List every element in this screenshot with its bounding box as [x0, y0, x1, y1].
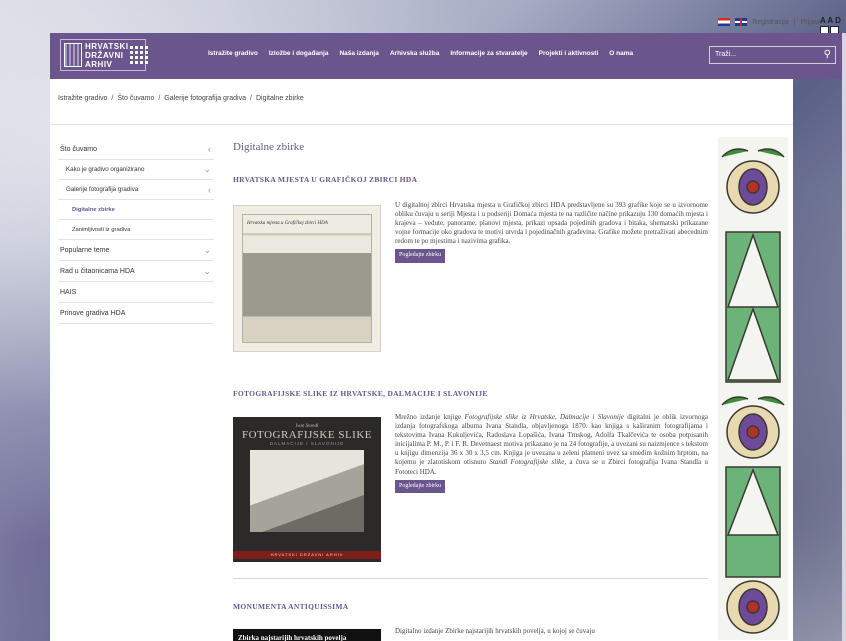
search-icon[interactable]: ⚲ — [824, 49, 831, 60]
section-title: MONUMENTA ANTIQUISSIMA — [233, 602, 349, 611]
sidebar-item-rad-u-citaonicama[interactable]: Rad u čitaonicama HDA ⌄ — [58, 261, 214, 282]
chevron-down-icon: ⌄ — [203, 164, 211, 174]
view-collection-button[interactable]: Pogledajte zbirku — [395, 479, 446, 493]
view-collection-button[interactable]: Pogledajte zbirku — [395, 249, 446, 263]
collection-section: FOTOGRAFIJSKE SLIKE IZ HRVATSKE, DALMACI… — [233, 389, 708, 562]
sidebar-item-hais[interactable]: HAIS — [58, 282, 214, 303]
section-title: HRVATSKA MJESTA U GRAFIČKOJ ZBIRCI HDA — [233, 175, 418, 184]
section-title: FOTOGRAFIJSKE SLIKE IZ HRVATSKE, DALMACI… — [233, 389, 488, 398]
topbar-separator: | — [793, 18, 796, 26]
nav-nasa-izdanja[interactable]: Naša izdanja — [339, 50, 378, 57]
sidebar-item-zanimljivosti[interactable]: Zanimljivosti iz gradiva — [58, 220, 214, 240]
main-content: Digitalne zbirke HRVATSKA MJESTA U GRAFI… — [233, 141, 708, 641]
sidebar-item-sto-cuvamo[interactable]: Što čuvamo ‹ — [58, 139, 214, 160]
sidebar-item-popularne-teme[interactable]: Popularne teme ⌄ — [58, 240, 214, 261]
site-header: HRVATSKI DRŽAVNI ARHIV Istražite gradivo… — [50, 33, 843, 79]
breadcrumb-item[interactable]: Istražite gradivo — [58, 95, 107, 102]
apps-grid-icon[interactable] — [130, 46, 148, 64]
login-link[interactable]: Prijava — [801, 19, 822, 26]
chevron-left-icon: ‹ — [208, 144, 211, 154]
page-content: Istražite gradivo / Što čuvamo / Galerije fo… — [50, 79, 793, 641]
top-utility-bar: Registracija | Prijava — [718, 18, 822, 26]
nav-projekti[interactable]: Projekti i aktivnosti — [539, 50, 599, 57]
chevron-down-icon: ⌄ — [203, 244, 211, 255]
collection-section: MONUMENTA ANTIQUISSIMA Zbirka najstariji… — [233, 602, 708, 641]
register-link[interactable]: Registracija — [752, 19, 789, 26]
search-placeholder: Traži... — [715, 51, 737, 58]
scrollbar[interactable] — [842, 33, 846, 641]
collection-thumbnail[interactable]: Hrvatska mjesta u Grafičkoj zbirci HDA — [233, 205, 381, 352]
chevron-down-icon: ⌄ — [203, 265, 211, 276]
main-nav: Istražite gradivo Izložbe i događanja Na… — [208, 50, 633, 57]
nav-arhivska-sluzba[interactable]: Arhivska služba — [390, 50, 440, 57]
chevron-left-icon: ‹ — [208, 184, 211, 195]
thumbnail-caption: Hrvatska mjesta u Grafičkoj zbirci HDA — [247, 221, 328, 226]
section-description: Mrežno izdanje knjige Fotografijske slik… — [395, 413, 708, 493]
font-size-controls[interactable]: A A D — [820, 16, 842, 26]
page-title: Digitalne zbirke — [233, 141, 305, 153]
sidebar-item-kako-je-gradivo[interactable]: Kako je gradivo organizirano ⌄ — [58, 160, 214, 180]
book-photo — [250, 450, 364, 532]
section-description: Digitalno izdanje Zbirke najstarijih hrv… — [395, 627, 595, 635]
archive-emblem-icon — [64, 43, 82, 67]
collection-thumbnail[interactable]: Zbirka najstarijih hrvatskih povelja — [233, 629, 381, 641]
nav-o-nama[interactable]: O nama — [609, 50, 633, 57]
breadcrumb: Istražite gradivo / Što čuvamo / Galerije fo… — [58, 95, 304, 102]
nav-informacije[interactable]: Informacije za stvaratelje — [450, 50, 527, 57]
nav-istrazite-gradivo[interactable]: Istražite gradivo — [208, 50, 258, 57]
nav-izlozbe[interactable]: Izložbe i događanja — [269, 50, 329, 57]
divider — [233, 578, 708, 579]
english-flag-icon[interactable] — [735, 18, 748, 26]
stained-glass-decoration — [718, 137, 788, 640]
search-input[interactable]: Traži... ⚲ — [709, 46, 836, 64]
collection-section: HRVATSKA MJESTA U GRAFIČKOJ ZBIRCI HDA H… — [233, 175, 708, 352]
sidebar-item-prinove[interactable]: Prinove gradiva HDA — [58, 303, 214, 324]
collection-thumbnail[interactable]: Ivan Standl FOTOGRAFIJSKE SLIKE DALMACIJ… — [233, 417, 381, 562]
breadcrumb-item[interactable]: Što čuvamo — [117, 95, 154, 102]
croatian-flag-icon[interactable] — [718, 18, 731, 26]
breadcrumb-item[interactable]: Galerije fotografija gradiva — [164, 95, 246, 102]
logo-text: HRVATSKI DRŽAVNI ARHIV — [85, 41, 129, 69]
sidebar-menu: Što čuvamo ‹ Kako je gradivo organizirano… — [58, 139, 214, 324]
breadcrumb-current: Digitalne zbirke — [255, 95, 304, 102]
sidebar-item-digitalne-zbirke[interactable]: Digitalne zbirke — [58, 200, 214, 220]
section-description: U digitalnoj zbirci Hrvatska mjesta u Gr… — [395, 201, 708, 263]
sidebar-item-galerije[interactable]: Galerije fotografija gradiva ‹ — [58, 180, 214, 200]
divider — [50, 124, 793, 125]
